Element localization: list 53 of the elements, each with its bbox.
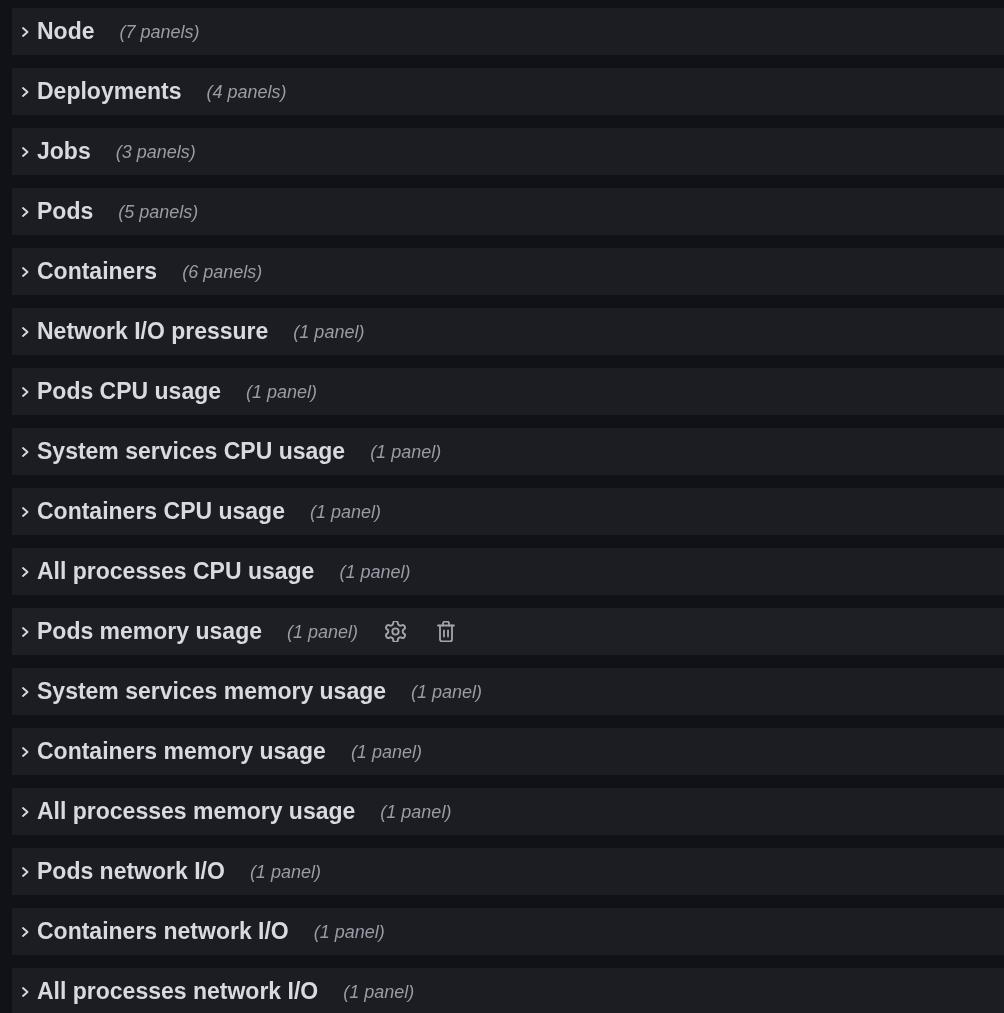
row-title: All processes memory usage (37, 800, 356, 823)
panel-count: (1 panel) (343, 982, 415, 1001)
row-title: Node (37, 20, 95, 43)
dashboard-row[interactable]: Node (7 panels) (12, 8, 1004, 55)
panel-count: (1 panel) (286, 622, 358, 641)
trash-icon[interactable] (437, 621, 455, 642)
row-title: Network I/O pressure (37, 320, 269, 343)
panel-count: (7 panels) (119, 22, 200, 41)
row-title: Pods network I/O (37, 860, 225, 883)
settings-icon[interactable] (385, 621, 406, 642)
panel-count: (1 panel) (411, 682, 483, 701)
row-title: All processes CPU usage (37, 560, 315, 583)
dashboard-row[interactable]: Containers CPU usage (1 panel) (12, 488, 1004, 535)
panel-count: (1 panel) (350, 742, 422, 761)
row-title: System services memory usage (37, 680, 387, 703)
dashboard-row[interactable]: Pods network I/O (1 panel) (12, 848, 1004, 895)
dashboard-row[interactable]: Pods CPU usage (1 panel) (12, 368, 1004, 415)
panel-count: (6 panels) (182, 262, 263, 281)
row-title: Pods memory usage (37, 620, 262, 643)
dashboard-row[interactable]: Pods (5 panels) (12, 188, 1004, 235)
panel-count: (1 panel) (293, 322, 365, 341)
dashboard-row[interactable]: All processes CPU usage (1 panel) (12, 548, 1004, 595)
dashboard-row[interactable]: Containers memory usage (1 panel) (12, 728, 1004, 775)
row-title: Pods (37, 200, 94, 223)
dashboard-row[interactable]: Jobs (3 panels) (12, 128, 1004, 175)
row-title: Containers CPU usage (37, 500, 285, 523)
panel-count: (1 panel) (309, 502, 381, 521)
row-title: All processes network I/O (37, 980, 319, 1003)
row-title: Containers network I/O (37, 920, 289, 943)
dashboard-row[interactable]: System services memory usage (1 panel) (12, 668, 1004, 715)
row-title: System services CPU usage (37, 440, 346, 463)
panel-count: (5 panels) (118, 202, 199, 221)
row-title: Containers memory usage (37, 740, 326, 763)
dashboard-row[interactable]: Containers (6 panels) (12, 248, 1004, 295)
panel-count: (1 panel) (339, 562, 411, 581)
panel-count: (1 panel) (313, 922, 385, 941)
dashboard-row[interactable]: Containers network I/O (1 panel) (12, 908, 1004, 955)
panel-count: (1 panel) (380, 802, 452, 821)
row-title: Pods CPU usage (37, 380, 222, 403)
dashboard-row[interactable]: Pods memory usage (1 panel) (12, 608, 1004, 655)
row-title: Containers (37, 260, 158, 283)
row-title: Deployments (37, 80, 182, 103)
panel-count: (1 panel) (370, 442, 442, 461)
row-title: Jobs (37, 140, 91, 163)
dashboard-row[interactable]: System services CPU usage (1 panel) (12, 428, 1004, 475)
dashboard-row[interactable]: All processes memory usage (1 panel) (12, 788, 1004, 835)
panel-count: (1 panel) (246, 382, 318, 401)
panel-count: (1 panel) (249, 862, 321, 881)
dashboard-row[interactable]: Deployments (4 panels) (12, 68, 1004, 115)
panel-count: (4 panels) (206, 82, 287, 101)
dashboard-row[interactable]: All processes network I/O (1 panel) (12, 968, 1004, 1013)
panel-count: (3 panels) (115, 142, 196, 161)
dashboard-row[interactable]: Network I/O pressure (1 panel) (12, 308, 1004, 355)
